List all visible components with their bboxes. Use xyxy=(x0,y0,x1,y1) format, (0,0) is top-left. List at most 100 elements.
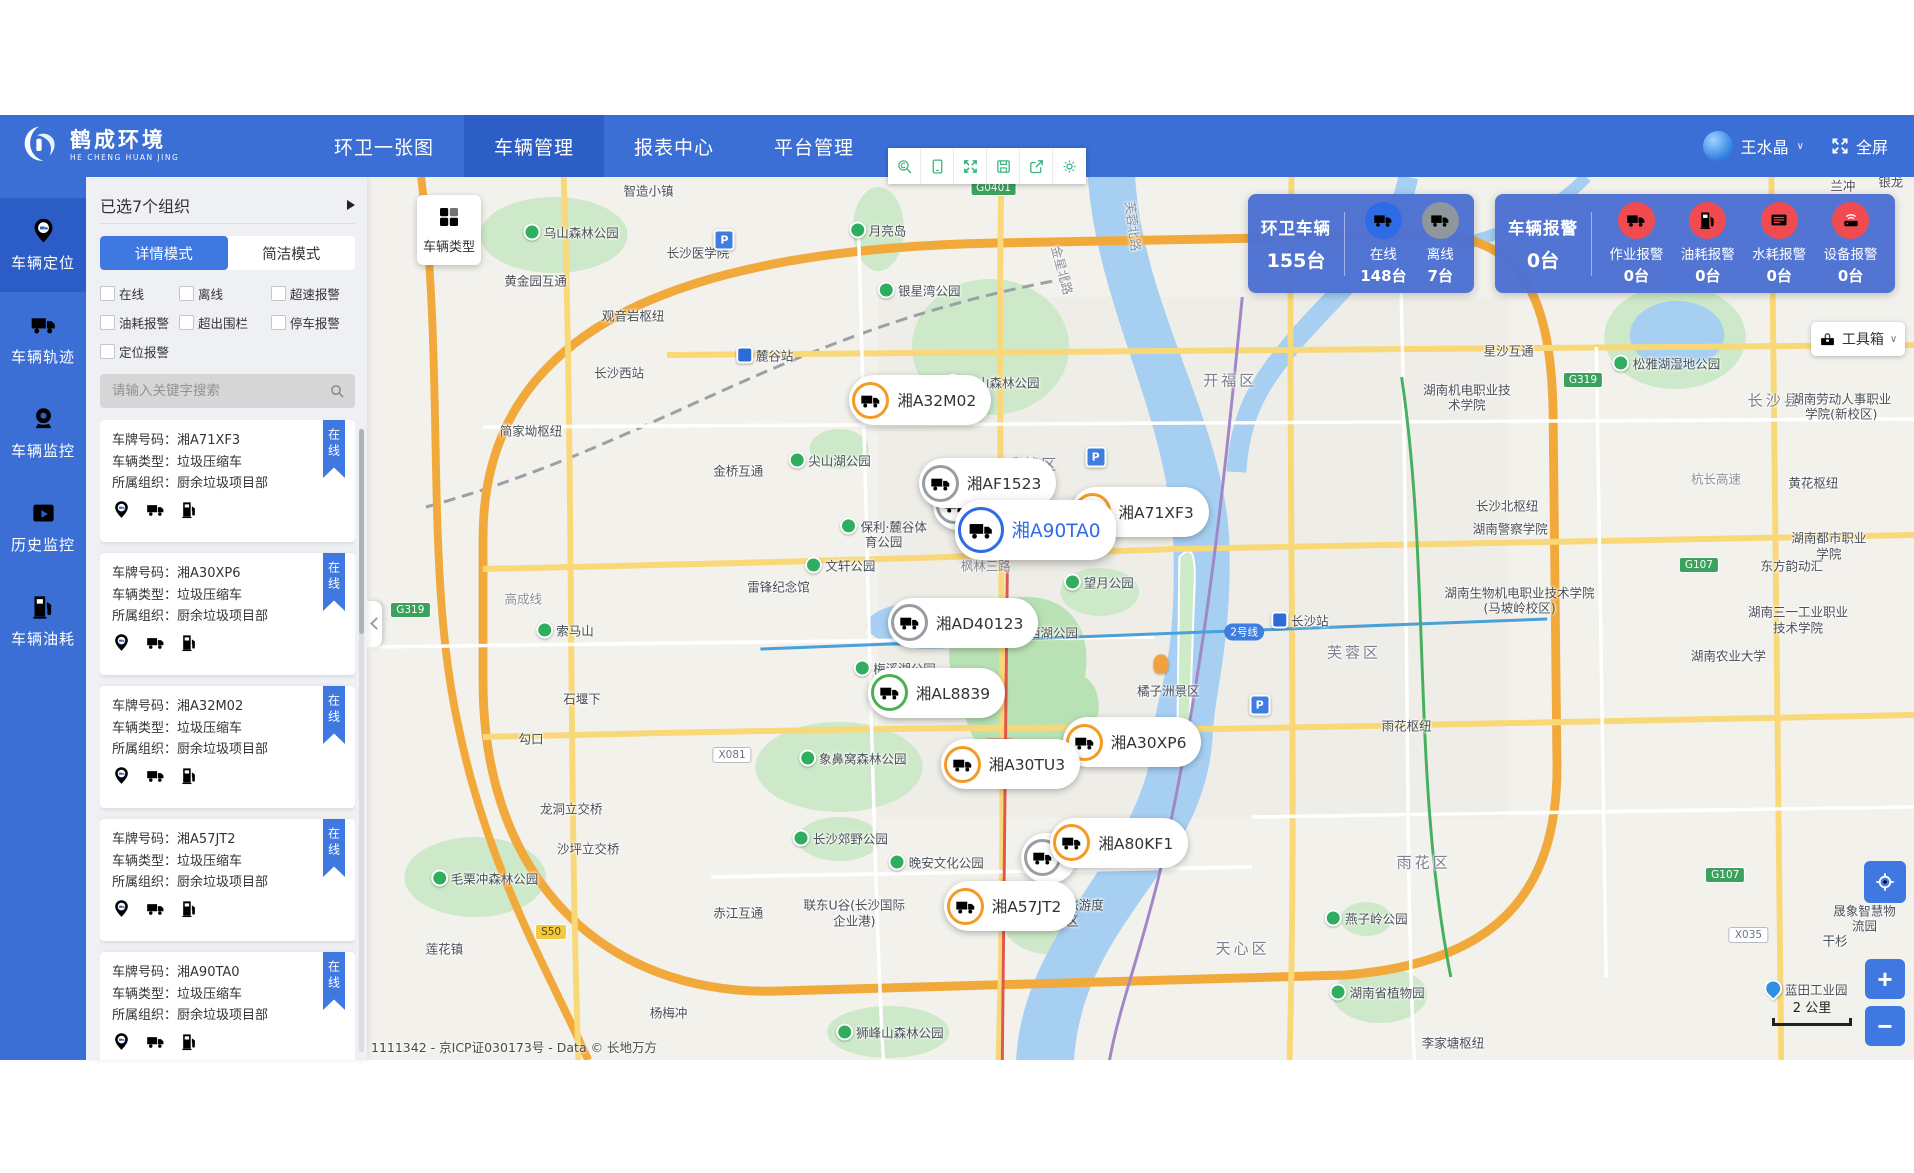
vehicle-marker[interactable]: 湘A30TU3 xyxy=(941,739,1081,789)
track-icon[interactable] xyxy=(146,633,165,652)
filter-label: 离线 xyxy=(198,284,223,303)
search-icon[interactable] xyxy=(329,383,345,399)
menu-item[interactable]: 平台管理 xyxy=(744,115,884,177)
map-label: 勾口 xyxy=(518,728,543,747)
track-icon[interactable] xyxy=(146,899,165,918)
mode-tab[interactable]: 详情模式 xyxy=(100,236,228,270)
locate-icon[interactable] xyxy=(112,899,131,918)
locate-icon[interactable] xyxy=(112,1032,131,1051)
toolbar-button[interactable] xyxy=(1053,148,1086,184)
vehicle-marker[interactable]: 湘A90TA0 xyxy=(955,500,1116,560)
map-label: 开福区 xyxy=(1203,370,1257,391)
toolbar-button[interactable] xyxy=(888,148,921,184)
menu-item[interactable]: 车辆管理 xyxy=(464,115,604,177)
org-value: 厨余垃圾项目部 xyxy=(177,476,268,491)
offline-label: 离线 xyxy=(1427,243,1454,263)
sidebar-item[interactable]: 车辆定位 xyxy=(0,198,86,292)
search-input[interactable] xyxy=(110,382,329,400)
filter-option[interactable]: 定位报警 xyxy=(100,342,179,361)
checkbox[interactable] xyxy=(271,286,286,301)
locate-icon[interactable] xyxy=(112,500,131,519)
toolbar-button[interactable] xyxy=(1020,148,1053,184)
map-label: 尖山湖公园 xyxy=(788,450,871,469)
alarm-value: 0台 xyxy=(1624,265,1649,286)
sidebar-item[interactable]: 历史监控 xyxy=(0,480,86,574)
map-label: 黄花枢纽 xyxy=(1788,472,1838,491)
vehicle-card[interactable]: 车牌号码湘A32M02 车辆类型垃圾压缩车 所属组织厨余垃圾项目部 在线 xyxy=(100,686,355,808)
locate-icon[interactable] xyxy=(112,766,131,785)
marker-plate: 湘A32M02 xyxy=(897,389,976,411)
user-menu[interactable]: 王水晶 ∨ xyxy=(1703,131,1804,161)
scrollbar[interactable] xyxy=(359,429,364,1052)
map-label: X081 xyxy=(712,747,751,763)
expand-icon xyxy=(962,158,979,175)
zoom-in-button[interactable]: + xyxy=(1865,959,1905,999)
filter-option[interactable]: 油耗报警 xyxy=(100,313,179,332)
fuel-icon[interactable] xyxy=(180,899,199,918)
alarm-stat: 作业报警 0台 xyxy=(1609,202,1663,286)
fuel-icon[interactable] xyxy=(180,633,199,652)
truck-icon xyxy=(1626,210,1646,230)
filter-option[interactable]: 超速报警 xyxy=(271,284,355,303)
toolbox-button[interactable]: 工具箱 ∨ xyxy=(1811,322,1905,356)
map-canvas[interactable]: 智造小镇 乌山森林公园 长沙医学院 黄金园互通 月亮岛 银星湾公园 观音岩枢纽 … xyxy=(367,177,1914,1060)
vehicle-card[interactable]: 车牌号码湘A71XF3 车辆类型垃圾压缩车 所属组织厨余垃圾项目部 在线 xyxy=(100,420,355,542)
track-icon[interactable] xyxy=(146,766,165,785)
fuel-icon[interactable] xyxy=(180,1032,199,1051)
menu-item[interactable]: 报表中心 xyxy=(604,115,744,177)
checkbox[interactable] xyxy=(271,315,286,330)
pincar-icon xyxy=(30,217,57,244)
filter-option[interactable]: 停车报警 xyxy=(271,313,355,332)
filter-label: 在线 xyxy=(119,284,144,303)
vehicle-card[interactable]: 车牌号码湘A57JT2 车辆类型垃圾压缩车 所属组织厨余垃圾项目部 在线 xyxy=(100,819,355,941)
track-icon[interactable] xyxy=(146,500,165,519)
sidebar-item[interactable]: 车辆监控 xyxy=(0,386,86,480)
sidebar-item[interactable]: 车辆轨迹 xyxy=(0,292,86,386)
vehicle-card[interactable]: 车牌号码湘A30XP6 车辆类型垃圾压缩车 所属组织厨余垃圾项目部 在线 xyxy=(100,553,355,675)
map-label: 金桥互通 xyxy=(713,461,763,480)
expand-org-icon[interactable] xyxy=(347,200,355,210)
collapse-panel-handle[interactable] xyxy=(367,601,382,647)
vehicle-card[interactable]: 车牌号码湘A90TA0 车辆类型垃圾压缩车 所属组织厨余垃圾项目部 在线 xyxy=(100,952,355,1060)
checkbox[interactable] xyxy=(100,286,115,301)
map-label: 莲花镇 xyxy=(426,938,464,957)
chevron-down-icon: ∨ xyxy=(1890,334,1897,345)
menu-item[interactable]: 环卫一张图 xyxy=(304,115,464,177)
locate-button[interactable] xyxy=(1864,861,1906,903)
filter-label: 停车报警 xyxy=(290,313,340,332)
track-icon[interactable] xyxy=(146,1032,165,1051)
type-label: 车辆类型 xyxy=(112,854,177,869)
toolbar-button[interactable] xyxy=(954,148,987,184)
org-selector[interactable]: 已选7个组织 xyxy=(100,187,355,224)
toolbar-button[interactable] xyxy=(921,148,954,184)
zoom-out-button[interactable]: − xyxy=(1865,1006,1905,1046)
alarm-items: 作业报警 0台 油耗报警 0台 水耗报警 0台 xyxy=(1592,202,1895,286)
sidebar-item-label: 车辆监控 xyxy=(11,440,75,461)
vehicle-marker[interactable]: 湘AL8839 xyxy=(868,668,1005,718)
meter-icon xyxy=(1769,210,1789,230)
filter-option[interactable]: 离线 xyxy=(179,284,271,303)
toolbar-button[interactable] xyxy=(987,148,1020,184)
vehicle-marker[interactable]: 湘A30XP6 xyxy=(1063,717,1202,767)
checkbox[interactable] xyxy=(179,315,194,330)
vehicle-type-button[interactable]: 车辆类型 xyxy=(417,195,481,265)
scrollbar-thumb[interactable] xyxy=(359,429,364,634)
truck-icon xyxy=(955,896,976,917)
checkbox[interactable] xyxy=(100,344,115,359)
vehicle-marker[interactable]: 湘A80KF1 xyxy=(1050,818,1188,868)
vehicle-marker[interactable]: 湘A57JT2 xyxy=(944,881,1077,931)
locate-icon[interactable] xyxy=(112,633,131,652)
fuel-icon[interactable] xyxy=(180,500,199,519)
fullscreen-button[interactable]: 全屏 xyxy=(1830,134,1888,158)
vehicle-marker[interactable]: 湘A32M02 xyxy=(849,375,991,425)
map-label: 橘子洲景区 xyxy=(1137,681,1200,700)
fuel-icon[interactable] xyxy=(180,766,199,785)
filter-option[interactable]: 在线 xyxy=(100,284,179,303)
checkbox[interactable] xyxy=(100,315,115,330)
filter-option[interactable]: 超出围栏 xyxy=(179,313,271,332)
checkbox[interactable] xyxy=(179,286,194,301)
mode-tab[interactable]: 简洁模式 xyxy=(228,236,356,270)
map-label: 麓谷站 xyxy=(736,346,794,365)
vehicle-marker[interactable]: 湘AD40123 xyxy=(888,598,1038,648)
sidebar-item[interactable]: 车辆油耗 xyxy=(0,574,86,668)
